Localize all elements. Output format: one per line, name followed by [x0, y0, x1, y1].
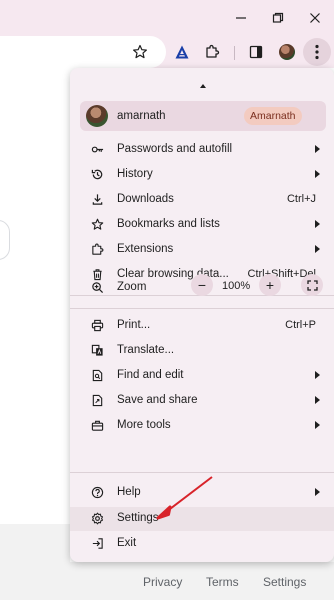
- menu-item-extensions[interactable]: Extensions: [70, 237, 334, 262]
- fullscreen-icon: [306, 279, 318, 291]
- restore-button[interactable]: [266, 6, 290, 30]
- menu-item-help[interactable]: Help: [70, 480, 334, 505]
- gear-icon: [90, 511, 104, 525]
- star-icon: [133, 44, 147, 59]
- close-icon: [310, 13, 320, 23]
- menu-item-shortcut: Ctrl+J: [286, 193, 316, 205]
- puzzle-icon: [90, 242, 104, 256]
- extension-a-icon: [175, 45, 189, 59]
- extensions-button[interactable]: [200, 40, 224, 64]
- footer-settings-link[interactable]: Settings: [263, 575, 306, 589]
- menu-item-translate[interactable]: Translate...: [70, 338, 334, 363]
- kebab-menu-icon: [315, 44, 319, 60]
- toolbox-icon: [90, 418, 104, 432]
- zoom-value: 100%: [222, 280, 251, 292]
- key-icon: [90, 142, 104, 156]
- help-icon: [90, 485, 104, 499]
- submenu-arrow-icon: [315, 421, 320, 429]
- menu-item-label: Help: [117, 486, 141, 498]
- menu-item-label: More tools: [117, 419, 171, 431]
- menu-item-downloads[interactable]: Downloads Ctrl+J: [70, 187, 334, 212]
- menu-divider: [70, 308, 334, 309]
- side-panel-button[interactable]: [244, 40, 268, 64]
- history-icon: [90, 167, 104, 181]
- minimize-button[interactable]: [229, 6, 253, 30]
- profile-name: amarnath: [117, 110, 166, 122]
- menu-item-label: Exit: [117, 537, 137, 549]
- submenu-arrow-icon: [315, 220, 320, 228]
- menu-item-label: Downloads: [117, 193, 174, 205]
- menu-item-label: History: [117, 168, 153, 180]
- page-content: [0, 68, 70, 524]
- zoom-out-button[interactable]: −: [191, 274, 213, 296]
- translate-icon: [90, 343, 104, 357]
- menu-item-history[interactable]: History: [70, 162, 334, 187]
- menu-item-find-and-edit[interactable]: Find and edit: [70, 363, 334, 388]
- find-icon: [90, 368, 104, 382]
- zoom-icon: [90, 280, 104, 294]
- menu-item-shortcut: Ctrl+P: [285, 319, 316, 331]
- close-button[interactable]: [303, 6, 327, 30]
- submenu-arrow-icon: [315, 488, 320, 496]
- side-panel-icon: [249, 45, 263, 59]
- download-icon: [90, 192, 104, 206]
- minimize-icon: [236, 17, 246, 19]
- menu-item-label: Extensions: [117, 243, 174, 255]
- profile-chip: Amarnath: [244, 107, 302, 125]
- menu-item-label: Save and share: [117, 394, 198, 406]
- menu-item-label: Translate...: [117, 344, 175, 356]
- menu-item-label: Print...: [117, 319, 151, 331]
- zoom-in-button[interactable]: +: [259, 274, 281, 296]
- toolbar-separator: [234, 46, 235, 60]
- profile-avatar-button[interactable]: [279, 44, 295, 60]
- submenu-arrow-icon: [315, 245, 320, 253]
- menu-item-label: Bookmarks and lists: [117, 218, 220, 230]
- footer-privacy-link[interactable]: Privacy: [143, 575, 182, 589]
- submenu-arrow-icon: [315, 145, 320, 153]
- menu-item-passwords[interactable]: Passwords and autofill: [70, 137, 334, 162]
- footer-terms-link[interactable]: Terms: [206, 575, 239, 589]
- zoom-label: Zoom: [117, 281, 147, 293]
- print-icon: [90, 318, 104, 332]
- extension-a-button[interactable]: [170, 40, 194, 64]
- menu-caret-icon: [200, 84, 206, 88]
- menu-item-label: Settings: [117, 512, 159, 524]
- menu-item-save-and-share[interactable]: Save and share: [70, 388, 334, 413]
- menu-item-bookmarks[interactable]: Bookmarks and lists: [70, 212, 334, 237]
- fullscreen-button[interactable]: [301, 274, 323, 296]
- submenu-arrow-icon: [315, 396, 320, 404]
- avatar: [86, 105, 108, 127]
- menu-item-exit[interactable]: Exit: [70, 531, 334, 556]
- menu-item-label: Find and edit: [117, 369, 184, 381]
- menu-item-settings[interactable]: Settings: [70, 506, 334, 531]
- puzzle-icon: [206, 44, 220, 58]
- menu-item-label: Passwords and autofill: [117, 143, 233, 155]
- menu-item-more-tools[interactable]: More tools: [70, 413, 334, 438]
- submenu-arrow-icon: [315, 371, 320, 379]
- star-outline-icon: [90, 217, 104, 231]
- menu-divider: [70, 472, 334, 473]
- bookmark-star-button[interactable]: [128, 40, 152, 64]
- menu-item-print[interactable]: Print... Ctrl+P: [70, 313, 334, 338]
- submenu-arrow-icon: [315, 170, 320, 178]
- menu-button[interactable]: [303, 38, 331, 66]
- save-share-icon: [90, 393, 104, 407]
- exit-icon: [90, 536, 104, 550]
- restore-icon: [272, 12, 284, 23]
